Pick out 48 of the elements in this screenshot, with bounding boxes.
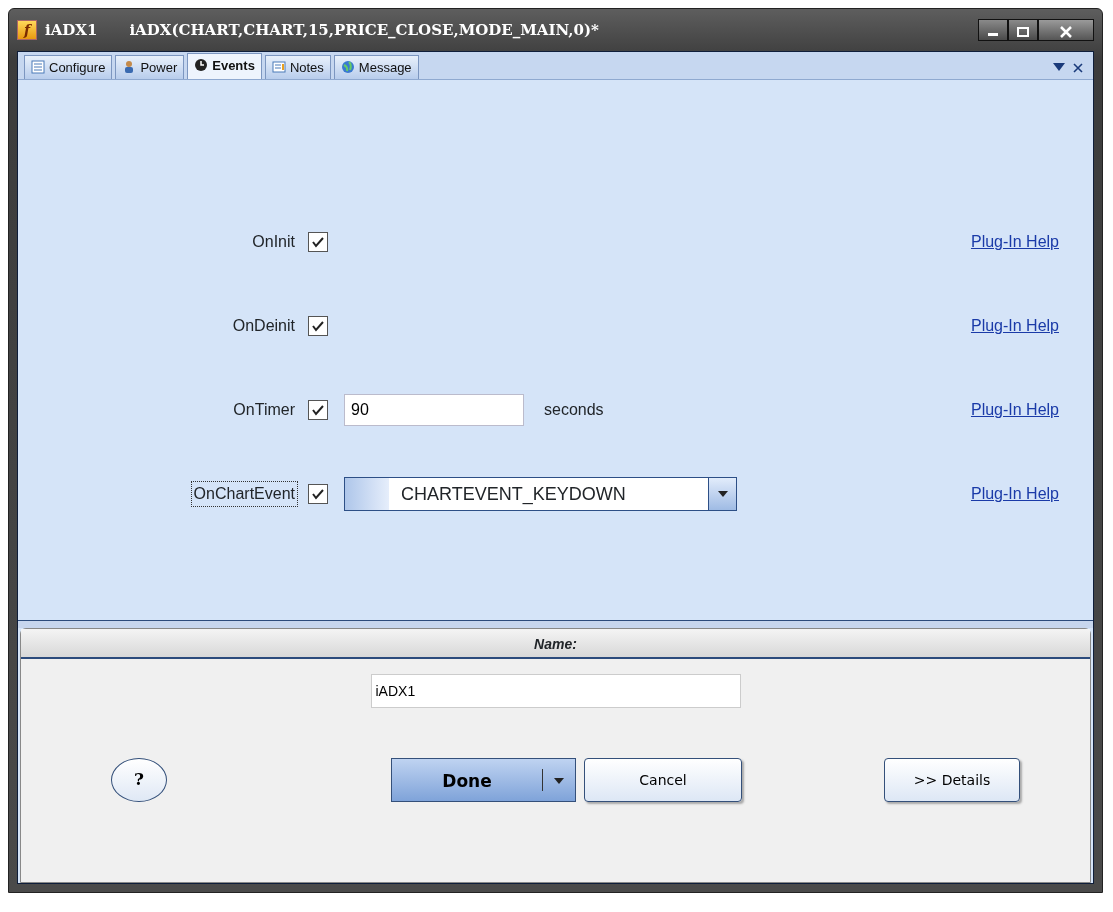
tab[interactable]: Events: [187, 52, 262, 79]
tab[interactable]: Power: [115, 54, 185, 79]
app-icon: f: [17, 20, 37, 40]
close-icon[interactable]: [1073, 62, 1083, 73]
seconds-input-field[interactable]: 90: [344, 394, 524, 426]
checkbox[interactable]: [308, 232, 328, 252]
checkmark-icon: [311, 404, 325, 416]
tab-icon: [271, 60, 286, 75]
checkmark-icon: [311, 236, 325, 248]
window-title: iADX1: [45, 19, 98, 41]
maximize-button[interactable]: [1008, 19, 1038, 41]
event-dropdown[interactable]: CHARTEVENT_KEYDOWN: [344, 477, 737, 511]
cancel-button[interactable]: Cancel: [584, 758, 742, 802]
help-link[interactable]: Plug-In Help: [970, 230, 1059, 254]
checkbox[interactable]: [308, 400, 328, 420]
tab[interactable]: Notes: [264, 54, 331, 79]
section-heading: Name:: [21, 629, 1090, 659]
tab[interactable]: Configure: [24, 54, 113, 79]
checkmark-icon: [311, 320, 325, 332]
checkbox[interactable]: [308, 316, 328, 336]
tab-icon: [194, 58, 209, 73]
done-button[interactable]: Done: [392, 769, 543, 791]
unit-label: seconds: [544, 400, 604, 420]
event-label: OnInit: [251, 232, 296, 252]
close-button[interactable]: [1038, 19, 1094, 41]
splitter-handle[interactable]: [18, 620, 1093, 628]
event-label: OnChartEvent: [190, 481, 298, 507]
event-label: OnTimer: [232, 400, 296, 420]
tab-icon: [31, 60, 45, 75]
dropdown-icon[interactable]: [1053, 62, 1065, 71]
help-button[interactable]: ?: [111, 758, 167, 802]
done-split-button[interactable]: Done: [391, 758, 576, 802]
maximize-icon: [1017, 27, 1029, 37]
close-icon: [1060, 26, 1072, 38]
name-input-field[interactable]: iADX1: [370, 674, 741, 708]
help-link[interactable]: Plug-In Help: [970, 398, 1059, 422]
tab[interactable]: Message: [333, 54, 419, 79]
checkmark-icon: [311, 488, 325, 500]
tab-icon: [340, 60, 355, 75]
minimize-button[interactable]: [978, 19, 1008, 41]
help-link[interactable]: Plug-In Help: [970, 314, 1059, 338]
checkbox[interactable]: [308, 484, 328, 504]
caret-icon: [717, 491, 728, 497]
caret-icon: [554, 777, 564, 784]
help-link[interactable]: Plug-In Help: [970, 482, 1059, 506]
details-button[interactable]: >> Details: [884, 758, 1020, 802]
event-label: OnDeinit: [231, 316, 296, 336]
window-subtitle: iADX(CHART,CHART,15,PRICE_CLOSE,MODE_MAIN,0)*: [129, 19, 599, 41]
